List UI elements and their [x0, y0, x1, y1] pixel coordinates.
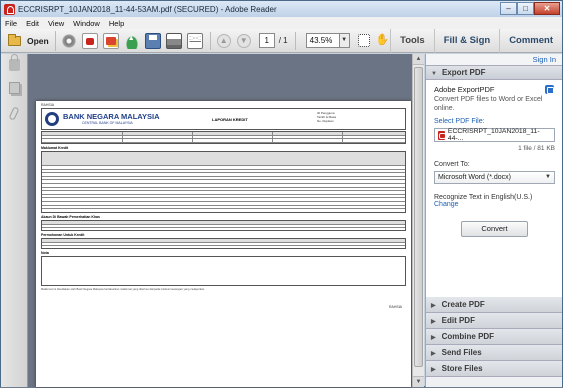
cloud-upload-icon[interactable]	[123, 32, 140, 49]
footer-classification-label: RAHSIA	[388, 305, 402, 309]
export-description: Convert PDF files to Word or Excel onlin…	[434, 96, 543, 112]
recognize-text-label: Recognize Text in English(U.S.)	[434, 194, 533, 201]
edit-pdf-section-header[interactable]: ▶ Edit PDF	[426, 313, 562, 329]
create-pdf-icon[interactable]	[81, 32, 98, 49]
page-total: / 1	[278, 36, 288, 45]
selected-file-box[interactable]: ECCRISRPT_10JAN2018_11-44-...	[434, 128, 555, 142]
menu-window[interactable]: Window	[73, 19, 100, 28]
toolbar-separator	[294, 31, 296, 50]
menu-help[interactable]: Help	[109, 19, 124, 28]
zoom-input[interactable]: 43.5%	[305, 33, 340, 48]
sign-in-link[interactable]: Sign In	[426, 54, 562, 65]
credit-application-table	[41, 238, 406, 249]
bank-subtitle: CENTRAL BANK OF MALAYSIA	[82, 121, 133, 125]
save-icon[interactable]	[144, 32, 161, 49]
send-files-section-header[interactable]: ▶ Send Files	[426, 345, 562, 361]
report-title: LAPORAN KREDIT	[212, 117, 248, 122]
section-special-attention: Akaun Di Bawah Pemerhatian Khas	[41, 215, 100, 219]
convert-to-label: Convert To:	[434, 161, 470, 168]
toolbar-separator	[209, 31, 211, 50]
title-bar: ECCRISRPT_10JAN2018_11-44-53AM.pdf (SECU…	[1, 1, 562, 17]
next-page-icon[interactable]: ▼	[236, 33, 251, 48]
open-button[interactable]: Open	[1, 30, 56, 51]
combine-pdf-icon[interactable]	[102, 32, 119, 49]
email-icon[interactable]	[186, 32, 203, 49]
bnm-logo	[45, 112, 59, 126]
settings-gear-icon[interactable]	[60, 32, 77, 49]
convert-to-select[interactable]: Microsoft Word (*.docx) ▼	[434, 171, 555, 184]
navigation-pane	[1, 54, 28, 387]
expand-triangle-icon: ▶	[431, 351, 436, 357]
previous-page-icon[interactable]: ▲	[216, 33, 231, 48]
paperclip-icon[interactable]	[8, 106, 20, 121]
notes-box	[41, 256, 406, 286]
select-file-label[interactable]: Select PDF File:	[434, 118, 555, 125]
classification-label: RAHSIA	[41, 103, 55, 107]
vertical-scrollbar[interactable]: ▲ ▼	[412, 54, 424, 387]
section-credit-info: Maklumat Kredit	[41, 146, 69, 150]
store-files-section-header[interactable]: ▶ Store Files	[426, 361, 562, 377]
zoom-dropdown-icon[interactable]: ▼	[339, 33, 350, 48]
credit-info-table	[41, 151, 406, 213]
tab-tools[interactable]: Tools	[390, 28, 434, 53]
special-attention-table	[41, 220, 406, 231]
pdf-page: RAHSIA BANK NEGARA MALAYSIA CENTRAL BANK…	[36, 101, 411, 387]
disclaimer-text: Maklumat ini disediakan oleh Bank Negara…	[41, 288, 206, 291]
report-reference: ID Pengguna Tarikh & Masa No. Rujukan	[317, 111, 337, 123]
expand-triangle-icon: ▶	[431, 335, 436, 341]
adobe-reader-app-icon	[4, 3, 15, 15]
scroll-down-icon[interactable]: ▼	[413, 376, 424, 387]
lock-icon[interactable]	[9, 54, 20, 71]
report-header: BANK NEGARA MALAYSIA CENTRAL BANK OF MAL…	[41, 108, 406, 130]
expand-triangle-icon: ▶	[431, 303, 436, 309]
export-pdf-section-header[interactable]: ▼ Export PDF	[426, 65, 562, 80]
section-credit-application: Permohonan Untuk Kredit	[41, 233, 85, 237]
convert-button[interactable]: Convert	[461, 221, 528, 237]
open-label: Open	[27, 35, 49, 46]
menu-file[interactable]: File	[5, 19, 17, 28]
select-tool-icon[interactable]	[357, 34, 370, 47]
folder-icon	[8, 33, 21, 46]
minimize-button[interactable]: –	[500, 2, 517, 15]
hand-tool-icon[interactable]: ✋	[376, 34, 390, 47]
page-thumbnails-icon[interactable]	[9, 82, 20, 94]
scrollbar-thumb[interactable]	[414, 67, 423, 367]
file-info: 1 file / 81 KB	[518, 145, 555, 152]
export-pdf-panel: Adobe ExportPDF Convert PDF files to Wor…	[426, 80, 562, 297]
customer-info-table	[41, 131, 406, 144]
scroll-up-icon[interactable]: ▲	[413, 54, 424, 65]
selected-file-name: ECCRISRPT_10JAN2018_11-44-...	[447, 128, 540, 142]
tools-pane: Sign In ▼ Export PDF Adobe ExportPDF Conv…	[425, 54, 562, 387]
export-pdf-icon	[545, 85, 554, 94]
maximize-button[interactable]: □	[517, 2, 534, 15]
toolbar: Open ▲ ▼ 1 / 1 43.5% ▼ ✋ Tools Fill & Si…	[1, 28, 562, 53]
change-language-link[interactable]: Change	[434, 201, 555, 208]
menu-bar: File Edit View Window Help	[1, 17, 562, 29]
pdf-file-icon	[438, 130, 446, 140]
window-title: ECCRISRPT_10JAN2018_11-44-53AM.pdf (SECU…	[18, 4, 277, 14]
bank-name: BANK NEGARA MALAYSIA	[63, 112, 160, 121]
combine-pdf-section-header[interactable]: ▶ Combine PDF	[426, 329, 562, 345]
print-icon[interactable]	[165, 32, 182, 49]
menu-edit[interactable]: Edit	[26, 19, 39, 28]
section-notes: Nota	[41, 251, 49, 255]
menu-view[interactable]: View	[48, 19, 64, 28]
page-number-input[interactable]: 1	[258, 33, 275, 48]
close-button[interactable]: ✕	[534, 2, 560, 15]
expand-triangle-icon: ▶	[431, 367, 436, 373]
export-title: Adobe ExportPDF	[434, 85, 495, 94]
expand-triangle-icon: ▶	[431, 319, 436, 325]
tab-fill-sign[interactable]: Fill & Sign	[433, 28, 499, 53]
create-pdf-section-header[interactable]: ▶ Create PDF	[426, 297, 562, 313]
tab-comment[interactable]: Comment	[499, 28, 562, 53]
chevron-down-icon: ▼	[545, 174, 551, 180]
adobe-reader-window: ECCRISRPT_10JAN2018_11-44-53AM.pdf (SECU…	[0, 0, 563, 387]
